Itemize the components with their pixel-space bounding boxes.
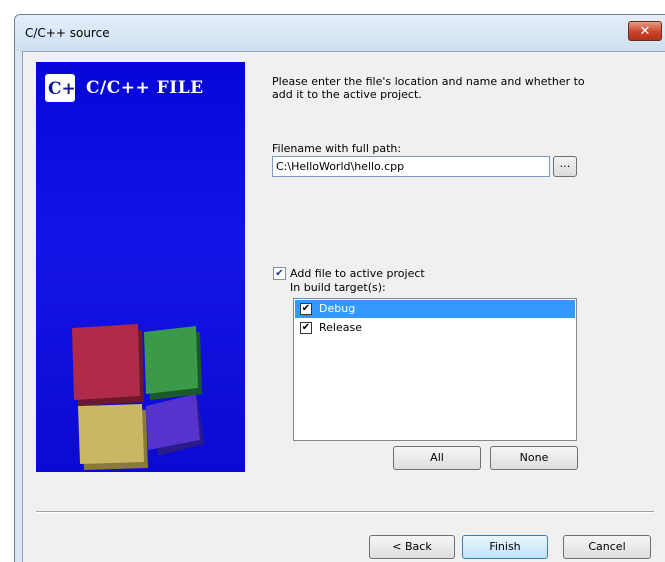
build-targets-label: In build target(s): (290, 281, 386, 294)
debug-checkbox[interactable]: ✔ (300, 303, 312, 315)
list-item-label: Debug (319, 302, 356, 315)
list-item-debug[interactable]: ✔ Debug (295, 300, 575, 318)
window-title: C/C++ source (25, 26, 110, 40)
browse-button[interactable]: ... (553, 156, 577, 177)
close-button[interactable]: ✕ (628, 21, 662, 41)
title-bar[interactable]: C/C++ source ✕ (15, 15, 665, 51)
dialog-body: C++ C/C++ FILE Please enter the file's l… (22, 51, 665, 562)
list-item-label: Release (319, 321, 362, 334)
close-icon: ✕ (639, 23, 651, 39)
wizard-banner: C++ C/C++ FILE (36, 62, 245, 472)
list-item-release[interactable]: ✔ Release (295, 319, 575, 337)
wizard-description: Please enter the file's location and nam… (272, 75, 585, 101)
filename-label: Filename with full path: (272, 142, 402, 155)
add-to-project-label[interactable]: Add file to active project (290, 267, 425, 280)
filename-input[interactable] (272, 156, 550, 177)
cancel-button[interactable]: Cancel (563, 535, 651, 559)
footer-divider (36, 511, 654, 513)
finish-button[interactable]: Finish (462, 535, 548, 559)
none-button[interactable]: None (490, 446, 578, 470)
add-to-project-checkbox[interactable]: ✔ (273, 267, 286, 280)
back-button[interactable]: < Back (369, 535, 455, 559)
build-targets-list[interactable]: ✔ Debug ✔ Release (293, 298, 577, 441)
cubes-icon (72, 324, 204, 470)
dialog-window: C/C++ source ✕ C++ C/C++ FILE (14, 14, 665, 562)
all-button[interactable]: All (393, 446, 481, 470)
release-checkbox[interactable]: ✔ (300, 322, 312, 334)
